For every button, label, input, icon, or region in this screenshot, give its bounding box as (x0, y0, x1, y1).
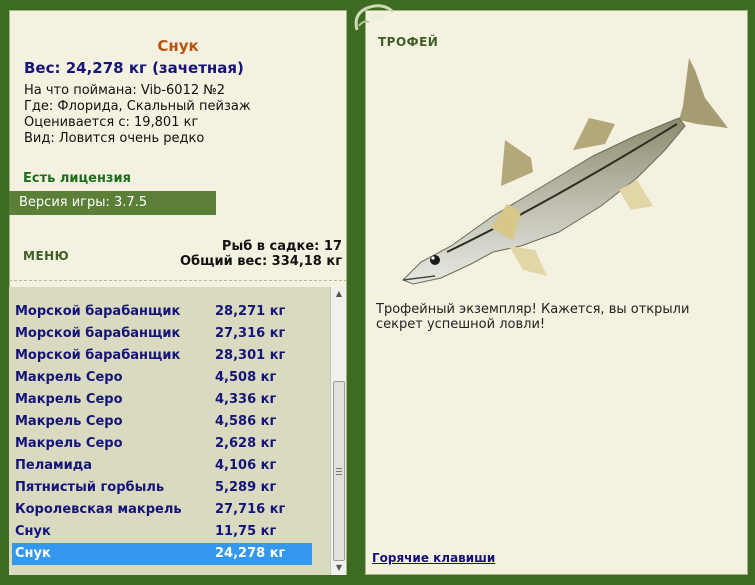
vine-ornament-icon (354, 4, 395, 31)
list-item-name: Пеламида (15, 458, 92, 473)
hotkeys-link[interactable]: Горячие клавиши (372, 551, 495, 565)
list-item-name: Макрель Серо (15, 414, 123, 429)
list-item-name: Макрель Серо (15, 370, 123, 385)
fish-valued-from: Оценивается с: 19,801 кг (24, 115, 199, 130)
list-item-name: Снук (15, 524, 51, 539)
fish-lure: На что поймана: Vib-6012 №2 (24, 83, 226, 98)
scroll-down-arrow-icon[interactable]: ▼ (331, 561, 347, 575)
list-item-weight: 4,508 кг (215, 370, 277, 385)
list-item[interactable]: Пеламида 4,106 кг (12, 455, 312, 477)
list-item-weight: 24,278 кг (215, 546, 286, 561)
total-weight: Общий вес: 334,18 кг (179, 254, 342, 269)
list-item-weight: 27,716 кг (215, 502, 286, 517)
list-item-weight: 2,628 кг (215, 436, 277, 451)
list-item[interactable]: Макрель Серо 2,628 кг (12, 433, 312, 455)
list-item[interactable]: Макрель Серо 4,508 кг (12, 367, 312, 389)
list-item-weight: 5,289 кг (215, 480, 277, 495)
list-item-name: Макрель Серо (15, 436, 123, 451)
list-item[interactable]: Морской барабанщик 27,316 кг (12, 323, 312, 345)
list-item[interactable]: Снук 24,278 кг (12, 543, 312, 565)
trophy-panel: ТРОФЕЙ Трофейный экземпляр! Кажется, вы … (365, 10, 748, 575)
trophy-message: Трофейный экземпляр! Кажется, вы открыли… (376, 302, 690, 332)
fish-location: Где: Флорида, Скальный пейзаж (24, 99, 251, 114)
list-item-weight: 4,106 кг (215, 458, 277, 473)
menu-button[interactable]: МЕНЮ (23, 249, 69, 263)
list-item-weight: 4,586 кг (215, 414, 277, 429)
scroll-up-arrow-icon[interactable]: ▲ (331, 287, 347, 301)
list-item[interactable]: Пятнистый горбыль 5,289 кг (12, 477, 312, 499)
fish-rarity: Вид: Ловится очень редко (24, 131, 205, 146)
list-item-weight: 11,75 кг (215, 524, 277, 539)
list-item-name: Снук (15, 546, 51, 561)
list-item[interactable]: Макрель Серо 4,336 кг (12, 389, 312, 411)
list-item[interactable]: Королевская макрель 27,716 кг (12, 499, 312, 521)
list-item[interactable]: Морской барабанщик 28,271 кг (12, 301, 312, 323)
game-version: Версия игры: 3.7.5 (9, 191, 216, 215)
list-item-name: Морской барабанщик (15, 348, 181, 363)
list-item-name: Королевская макрель (15, 502, 182, 517)
list-item-weight: 28,301 кг (215, 348, 286, 363)
list-item-name: Макрель Серо (15, 392, 123, 407)
fish-info-panel: Снук Вес: 24,278 кг (зачетная) На что по… (9, 10, 347, 575)
list-item-weight: 4,336 кг (215, 392, 277, 407)
catch-list[interactable]: Морской барабанщик 28,271 кг Морской бараб… (9, 287, 330, 575)
catch-stats: Рыб в садке: 17 Общий вес: 334,18 кг (180, 239, 342, 269)
list-item-weight: 28,271 кг (215, 304, 286, 319)
list-item-name: Морской барабанщик (15, 326, 181, 341)
snook-fish-image (402, 58, 728, 285)
fish-count: Рыб в садке: 17 (221, 239, 342, 254)
divider (9, 280, 347, 281)
list-item[interactable]: Макрель Серо 4,586 кг (12, 411, 312, 433)
fish-name: Снук (157, 37, 199, 55)
catch-list-scrollbar[interactable]: ▲ ▼ (330, 287, 346, 575)
list-item-name: Морской барабанщик (15, 304, 181, 319)
list-item-name: Пятнистый горбыль (15, 480, 165, 495)
scroll-thumb[interactable] (333, 381, 345, 561)
license-status: Есть лицензия (23, 171, 131, 186)
list-item-weight: 27,316 кг (215, 326, 286, 341)
fish-weight: Вес: 24,278 кг (зачетная) (24, 59, 244, 77)
list-item[interactable]: Морской барабанщик 28,301 кг (12, 345, 312, 367)
list-item[interactable]: Снук 11,75 кг (12, 521, 312, 543)
